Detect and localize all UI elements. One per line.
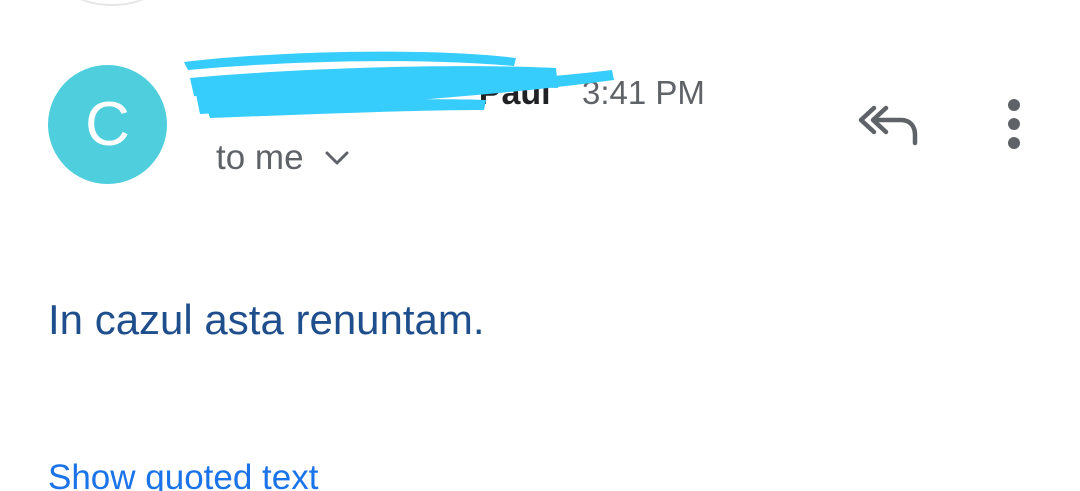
message-body: In cazul asta renuntam. bbox=[48, 296, 485, 343]
avatar-letter: C bbox=[85, 89, 130, 159]
sender-row: C Paul 3:41 PM bbox=[216, 70, 705, 116]
message-time: 3:41 PM bbox=[582, 74, 705, 111]
recipient-label: to me bbox=[216, 138, 304, 177]
previous-avatar-edge bbox=[70, 0, 154, 6]
show-quoted-text-link[interactable]: Show quoted text bbox=[48, 458, 318, 491]
recipient-details-toggle[interactable]: to me bbox=[216, 136, 350, 180]
sender-name[interactable]: C Paul bbox=[216, 74, 578, 113]
more-options-button[interactable] bbox=[996, 96, 1032, 152]
email-message-view: C C Paul 3:41 PM to me In cazul asta ren… bbox=[0, 0, 1080, 491]
sender-avatar[interactable]: C bbox=[48, 65, 167, 184]
chevron-down-icon bbox=[324, 149, 350, 167]
reply-all-icon bbox=[858, 105, 918, 146]
more-vert-icon bbox=[1008, 99, 1020, 149]
reply-all-button[interactable] bbox=[855, 100, 921, 148]
